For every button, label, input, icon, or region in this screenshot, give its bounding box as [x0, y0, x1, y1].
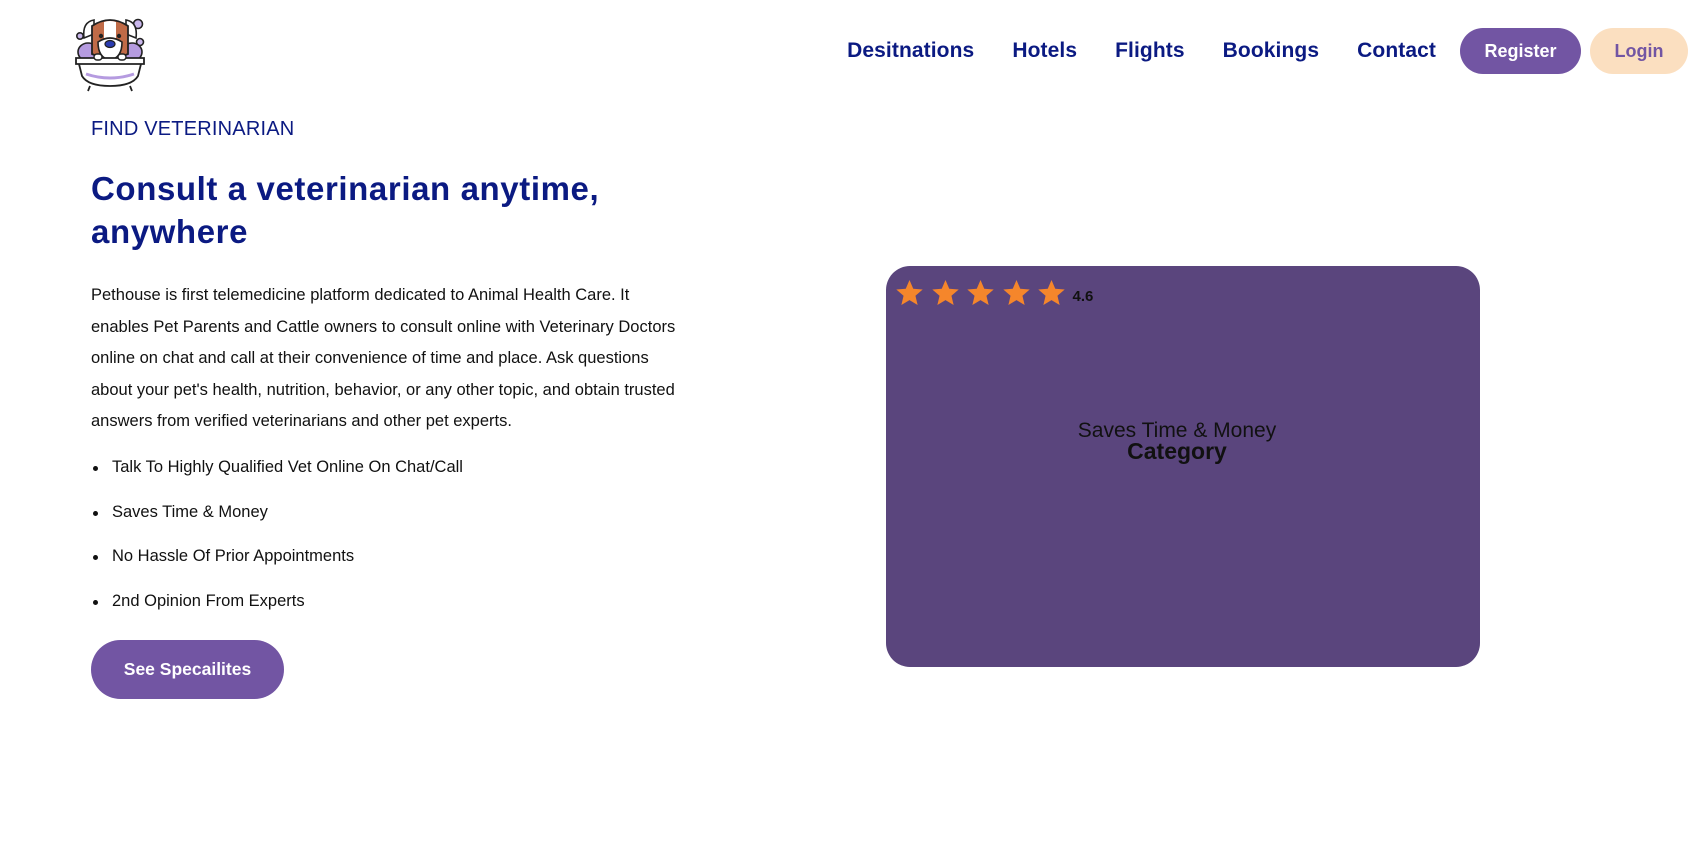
- feature-list: Talk To Highly Qualified Vet Online On C…: [91, 458, 463, 636]
- rating-value: 4.6: [1072, 287, 1094, 305]
- bullet-icon: [93, 510, 98, 516]
- card-caption: Saves Time & Money Category: [886, 420, 1468, 464]
- star-rating: 4.6: [894, 278, 1093, 309]
- nav-link-hotels[interactable]: Hotels: [1012, 39, 1077, 63]
- section-eyebrow: FIND VETERINARIAN: [91, 118, 295, 140]
- nav-link-contact[interactable]: Contact: [1357, 39, 1436, 63]
- star-icon: [1038, 279, 1065, 305]
- dog-in-bathtub-logo-icon[interactable]: [72, 12, 148, 92]
- register-button[interactable]: Register: [1460, 28, 1581, 74]
- nav-link-flights[interactable]: Flights: [1115, 39, 1185, 63]
- hero-description: Pethouse is first telemedicine platform …: [91, 286, 676, 431]
- category-card[interactable]: 4.6 Saves Time & Money Category: [886, 266, 1480, 667]
- card-title: Category: [1127, 438, 1227, 464]
- star-icon: [1002, 279, 1030, 305]
- star-icon: [931, 279, 959, 305]
- star-icon: [967, 279, 994, 305]
- feature-label: Saves Time & Money: [112, 502, 268, 521]
- star-icon: [896, 279, 923, 305]
- main-nav: Desitnations Hotels Flights Bookings Con…: [847, 28, 1688, 74]
- hero-headline: Consult a veterinarian anytime, anywhere: [91, 170, 600, 250]
- feature-item: 2nd Opinion From Experts: [91, 592, 463, 637]
- bullet-icon: [93, 466, 98, 471]
- feature-item: No Hassle Of Prior Appointments: [91, 547, 463, 592]
- nav-link-destinations[interactable]: Desitnations: [847, 39, 974, 63]
- feature-label: Talk To Highly Qualified Vet Online On C…: [112, 458, 463, 476]
- bullet-icon: [93, 555, 98, 560]
- see-specialities-button[interactable]: See Specailites: [91, 640, 284, 699]
- feature-item: Talk To Highly Qualified Vet Online On C…: [91, 458, 463, 503]
- feature-label: 2nd Opinion From Experts: [112, 591, 305, 610]
- feature-label: No Hassle Of Prior Appointments: [112, 547, 355, 565]
- login-button[interactable]: Login: [1590, 28, 1688, 74]
- bullet-icon: [93, 599, 98, 605]
- nav-link-bookings[interactable]: Bookings: [1223, 39, 1319, 63]
- feature-item: Saves Time & Money: [91, 503, 463, 548]
